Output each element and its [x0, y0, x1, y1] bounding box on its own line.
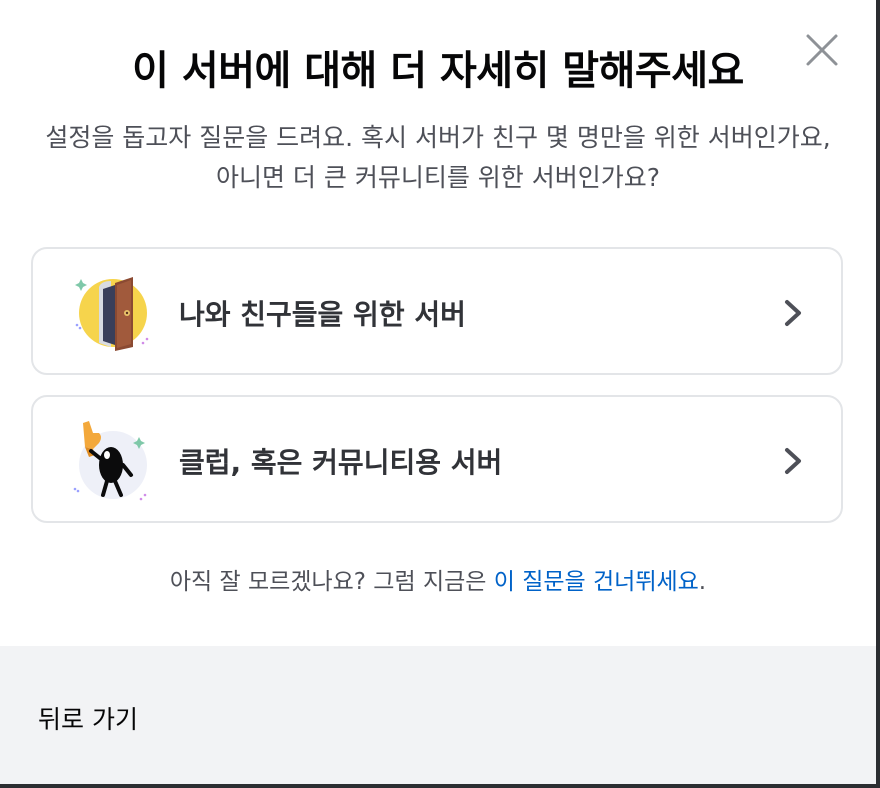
chevron-right-icon	[785, 448, 801, 474]
modal-subtitle: 설정을 돕고자 질문을 드려요. 혹시 서버가 친구 몇 명만을 위한 서버인가…	[45, 123, 831, 192]
skip-suffix-text: .	[698, 569, 707, 595]
skip-prefix-text: 아직 잘 모르겠나요? 그럼 지금은	[169, 569, 494, 595]
option-label: 나와 친구들을 위한 서버	[179, 298, 466, 331]
door-illustration-icon	[75, 277, 149, 351]
foam-finger-mascot-icon	[73, 421, 147, 501]
skip-prompt: 아직 잘 모르겠나요? 그럼 지금은 이 질문을 건너뛰세요.	[0, 562, 876, 596]
create-server-modal: 이 서버에 대해 더 자세히 말해주세요 설정을 돕고자 질문을 드려요. 혹시…	[0, 0, 880, 788]
skip-question-link[interactable]: 이 질문을 건너뛰세요	[494, 569, 699, 595]
modal-title: 이 서버에 대해 더 자세히 말해주세요	[132, 48, 744, 94]
back-button[interactable]: 뒤로 가기	[38, 700, 138, 736]
chevron-right-icon	[785, 300, 801, 326]
option-community-server[interactable]: 클럽, 혹은 커뮤니티용 서버	[31, 395, 843, 523]
option-label: 클럽, 혹은 커뮤니티용 서버	[179, 446, 503, 479]
modal-footer: 뒤로 가기	[0, 646, 876, 784]
option-friends-server[interactable]: 나와 친구들을 위한 서버	[31, 247, 843, 375]
